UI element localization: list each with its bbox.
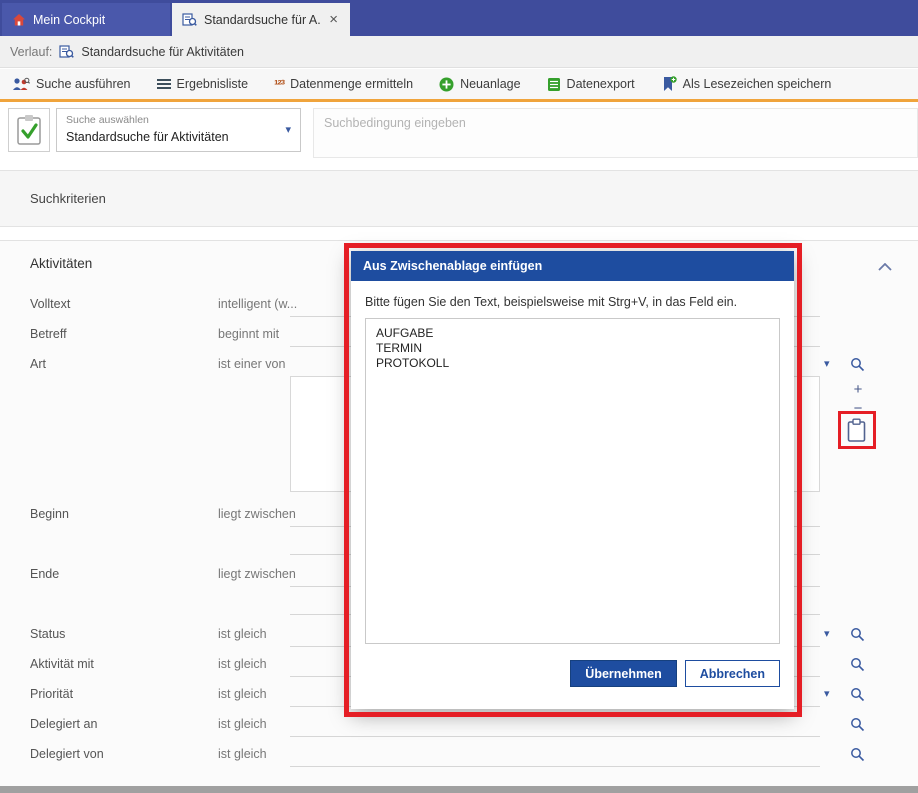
- collapse-chevron-up-icon[interactable]: [878, 263, 892, 271]
- toolbar-item-label: Als Lesezeichen speichern: [683, 77, 832, 91]
- criteria-field-label: Art: [30, 357, 46, 371]
- history-label: Verlauf:: [10, 45, 52, 59]
- criteria-value-input[interactable]: [290, 712, 820, 737]
- accent-divider: [0, 99, 918, 102]
- criteria-field-label: Betreff: [30, 327, 67, 341]
- search-icon[interactable]: [850, 687, 865, 702]
- toolbar-datenexport[interactable]: Datenexport: [547, 77, 635, 92]
- criteria-operator-select[interactable]: intelligent (w...: [218, 297, 297, 311]
- criteria-operator-select[interactable]: ist gleich: [218, 687, 267, 701]
- toolbar-als-lesezeichen-speichern[interactable]: Als Lesezeichen speichern: [661, 76, 832, 92]
- search-condition-placeholder: Suchbedingung eingeben: [324, 116, 466, 130]
- criteria-field-label: Delegiert von: [30, 747, 104, 761]
- search-icon[interactable]: [850, 747, 865, 762]
- search-condition-input[interactable]: Suchbedingung eingeben: [313, 108, 918, 158]
- search-icon[interactable]: [850, 717, 865, 732]
- horizontal-scrollbar[interactable]: [0, 786, 918, 793]
- add-icon: [439, 77, 454, 92]
- tab-mein-cockpit[interactable]: Mein Cockpit: [2, 3, 170, 36]
- checklist-icon: [8, 108, 50, 152]
- chevron-down-icon[interactable]: ▾: [285, 123, 291, 136]
- section-aktivitaeten-title: Aktivitäten: [30, 256, 92, 271]
- tab-standardsuche[interactable]: Standardsuche für A... ×: [172, 3, 350, 36]
- criteria-field-label: Priorität: [30, 687, 73, 701]
- search-icon[interactable]: [850, 357, 865, 372]
- toolbar-item-label: Datenmenge ermitteln: [290, 77, 413, 91]
- main-toolbar: Suche ausführen Ergebnisliste ¹²³ Datenm…: [0, 69, 918, 99]
- criteria-operator-select[interactable]: ist gleich: [218, 627, 267, 641]
- criteria-field-label: Volltext: [30, 297, 70, 311]
- criteria-row-delegiert-an: Delegiert an ist gleich: [30, 712, 918, 738]
- criteria-field-label: Ende: [30, 567, 59, 581]
- criteria-field-label: Aktivität mit: [30, 657, 94, 671]
- search-select-label: Suche auswählen: [66, 114, 149, 126]
- toolbar-item-label: Datenexport: [567, 77, 635, 91]
- paste-dialog-instruction: Bitte fügen Sie den Text, beispielsweise…: [365, 295, 780, 309]
- close-tab-icon[interactable]: ×: [327, 12, 340, 27]
- toolbar-datenmenge-ermitteln[interactable]: ¹²³ Datenmenge ermitteln: [274, 77, 413, 92]
- history-item[interactable]: Standardsuche für Aktivitäten: [81, 45, 244, 59]
- remove-entry-button[interactable]: −: [849, 400, 867, 418]
- abbrechen-button[interactable]: Abbrechen: [685, 660, 780, 687]
- criteria-field-label: Beginn: [30, 507, 69, 521]
- tab-bar: Mein Cockpit Standardsuche für A... ×: [0, 0, 918, 36]
- toolbar-item-label: Ergebnisliste: [177, 77, 249, 91]
- application-window: Mein Cockpit Standardsuche für A... × Ve…: [0, 0, 918, 793]
- toolbar-neuanlage[interactable]: Neuanlage: [439, 77, 520, 92]
- paste-from-clipboard-button[interactable]: [846, 418, 867, 443]
- chevron-down-icon[interactable]: ▾: [824, 357, 830, 370]
- criteria-field-label: Delegiert an: [30, 717, 97, 731]
- search-select-value: Standardsuche für Aktivitäten: [66, 130, 229, 144]
- search-select-dropdown[interactable]: Suche auswählen Standardsuche für Aktivi…: [56, 108, 301, 152]
- criteria-row-delegiert-von: Delegiert von ist gleich: [30, 742, 918, 768]
- search-icon[interactable]: [850, 657, 865, 672]
- uebernehmen-button[interactable]: Übernehmen: [570, 660, 676, 687]
- home-icon: [12, 13, 26, 27]
- chevron-down-icon[interactable]: ▾: [824, 627, 830, 640]
- history-bar: Verlauf: Standardsuche für Aktivitäten: [0, 36, 918, 68]
- criteria-operator-select[interactable]: ist einer von: [218, 357, 285, 371]
- export-icon: [547, 77, 561, 92]
- bookmark-add-icon: [661, 76, 677, 92]
- paste-dialog-body: Bitte fügen Sie den Text, beispielsweise…: [351, 281, 794, 687]
- criteria-operator-select[interactable]: ist gleich: [218, 657, 267, 671]
- criteria-value-input[interactable]: [290, 742, 820, 767]
- toolbar-suche-ausfuehren[interactable]: Suche ausführen: [12, 77, 131, 92]
- chevron-down-icon[interactable]: ▾: [824, 687, 830, 700]
- tab-label: Mein Cockpit: [33, 13, 105, 27]
- paste-dialog-title: Aus Zwischenablage einfügen: [351, 251, 794, 281]
- search-icon[interactable]: [850, 627, 865, 642]
- criteria-operator-select[interactable]: ist gleich: [218, 747, 267, 761]
- run-search-icon: [12, 77, 30, 92]
- toolbar-ergebnisliste[interactable]: Ergebnisliste: [157, 77, 249, 91]
- toolbar-item-label: Neuanlage: [460, 77, 520, 91]
- criteria-operator-select[interactable]: liegt zwischen: [218, 507, 296, 521]
- paste-dialog-buttons: Übernehmen Abbrechen: [365, 660, 780, 687]
- section-suchkriterien[interactable]: Suchkriterien: [0, 170, 918, 227]
- criteria-operator-select[interactable]: beginnt mit: [218, 327, 279, 341]
- tab-label: Standardsuche für A...: [204, 13, 320, 27]
- criteria-operator-select[interactable]: ist gleich: [218, 717, 267, 731]
- search-list-icon: [182, 12, 197, 27]
- criteria-operator-select[interactable]: liegt zwischen: [218, 567, 296, 581]
- criteria-field-label: Status: [30, 627, 65, 641]
- paste-dialog: Aus Zwischenablage einfügen Bitte fügen …: [351, 251, 794, 709]
- toolbar-item-label: Suche ausführen: [36, 77, 131, 91]
- paste-textarea[interactable]: AUFGABE TERMIN PROTOKOLL: [365, 318, 780, 644]
- result-list-icon: [157, 78, 171, 90]
- search-list-icon: [59, 44, 74, 59]
- add-entry-button[interactable]: +: [849, 381, 867, 399]
- count-123-icon: ¹²³: [274, 77, 284, 92]
